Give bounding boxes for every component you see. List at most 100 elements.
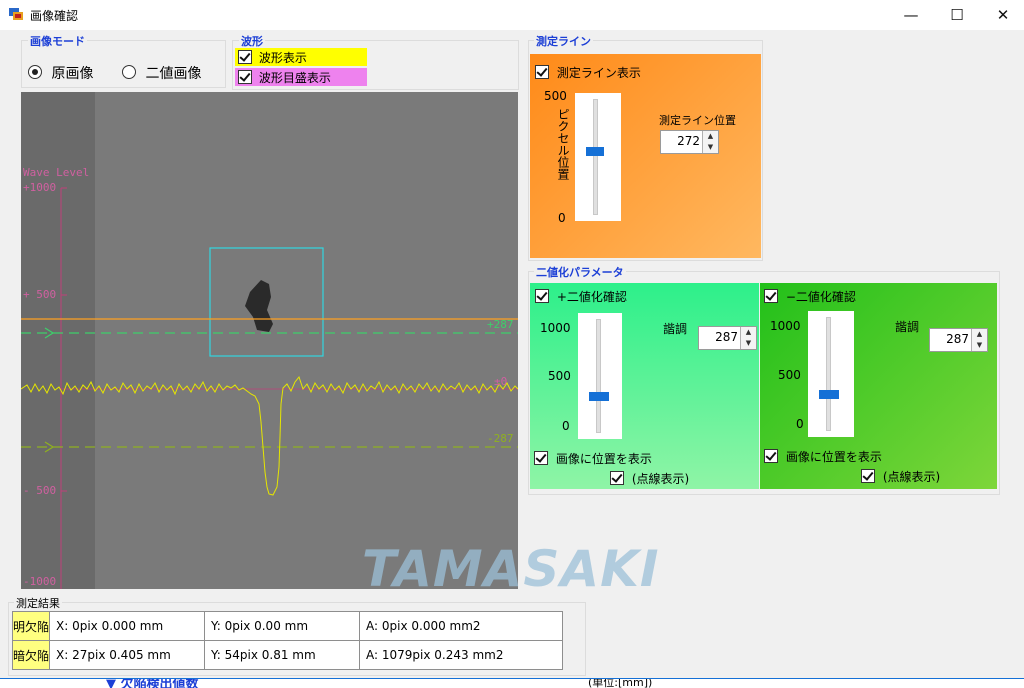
watermark: TAMASAKI — [362, 540, 660, 598]
show-measure-line-check[interactable] — [535, 65, 549, 79]
spin-down-icon[interactable]: ▼ — [741, 338, 756, 349]
minus-gradation-spinner[interactable]: 287 ▲ ▼ — [929, 328, 988, 352]
spin-down-icon[interactable]: ▼ — [972, 340, 987, 351]
minus-slider-track — [826, 317, 831, 431]
axis-label-minus1000: -1000 — [23, 575, 57, 588]
minus-binarize-slider[interactable] — [808, 311, 854, 437]
image-mode-label: 画像モード — [28, 33, 87, 49]
show-scale-check[interactable] — [238, 70, 252, 84]
plus-dotted-label: (点線表示) — [631, 472, 690, 486]
plus-slider-min: 0 — [562, 419, 570, 433]
slider-thumb[interactable] — [586, 146, 604, 156]
spin-up-icon[interactable]: ▲ — [972, 329, 987, 340]
show-waveform-check[interactable] — [238, 50, 252, 64]
axis-label-minus500: - 500 — [23, 484, 57, 497]
minus-binarize-check[interactable] — [764, 289, 778, 303]
image-view[interactable]: Wave Level +1000 + 500 - 500 -1000 +287 … — [21, 92, 518, 589]
bright-area-value: A: 0pix 0.000 mm2 — [359, 611, 564, 641]
dark-area-value: A: 1079pix 0.243 mm2 — [359, 640, 564, 670]
minus-dotted-label: (点線表示) — [882, 470, 941, 484]
wave-level-label: Wave Level — [23, 166, 90, 179]
minus-gradation-label: 諧調 — [895, 320, 920, 334]
dark-defect-label: 暗欠陥 — [11, 640, 51, 670]
bright-y-value: Y: 0pix 0.00 mm — [204, 611, 361, 641]
table-row: 明欠陥 X: 0pix 0.000 mm Y: 0pix 0.00 mm A: … — [11, 611, 564, 641]
app-icon — [9, 8, 23, 20]
minus-show-position-checkbox[interactable]: 画像に位置を表示 — [764, 448, 882, 465]
radio-original-image[interactable]: 原画像 — [28, 63, 93, 83]
plus-binarize-label: +二値化確認 — [556, 290, 627, 304]
radio-binary-image[interactable]: 二値画像 — [122, 63, 201, 83]
plus-show-position-check[interactable] — [534, 451, 548, 465]
plus-slider-track — [596, 319, 601, 433]
dark-x-value: X: 27pix 0.405 mm — [49, 640, 206, 670]
minus-gradation-value: 287 — [946, 332, 969, 346]
bright-defect-label: 明欠陥 — [11, 611, 51, 641]
window-title: 画像確認 — [30, 9, 79, 23]
plus-show-position-checkbox[interactable]: 画像に位置を表示 — [534, 450, 652, 467]
radio-binary-indicator[interactable] — [122, 65, 136, 79]
plus-binarize-slider[interactable] — [578, 313, 622, 439]
minus-slider-mid: 500 — [778, 368, 801, 382]
measure-position-spinner[interactable]: 272 ▲ ▼ — [660, 130, 719, 154]
plus-binarize-check[interactable] — [535, 289, 549, 303]
show-measure-line-label: 測定ライン表示 — [556, 66, 641, 80]
axis-label-plus1000: +1000 — [23, 181, 57, 194]
right-label-zero: ±0 — [494, 375, 508, 388]
show-measure-line-checkbox[interactable]: 測定ライン表示 — [535, 64, 641, 81]
minus-dotted-checkbox[interactable]: (点線表示) — [861, 468, 940, 485]
close-button[interactable]: ✕ — [980, 0, 1024, 30]
image-canvas — [21, 92, 518, 589]
minus-show-position-label: 画像に位置を表示 — [785, 450, 882, 464]
minus-binarize-checkbox[interactable]: −二値化確認 — [764, 288, 856, 305]
minimize-button[interactable]: — — [888, 0, 934, 30]
plus-dotted-checkbox[interactable]: (点線表示) — [610, 470, 689, 487]
spin-up-icon[interactable]: ▲ — [703, 131, 718, 142]
minus-slider-max: 1000 — [770, 319, 801, 333]
minus-binarize-panel: −二値化確認 1000 500 0 諧調 287 ▲ ▼ 画像に位置を表示 (点線… — [760, 283, 997, 489]
plus-binarize-panel: +二値化確認 1000 500 0 諧調 287 ▲ ▼ 画像に位置を表示 (点線… — [530, 283, 759, 489]
results-label: 測定結果 — [14, 595, 62, 611]
show-waveform-label: 波形表示 — [258, 51, 307, 65]
plus-gradation-label: 諧調 — [663, 322, 688, 336]
plus-gradation-spinner[interactable]: 287 ▲ ▼ — [698, 326, 757, 350]
binarize-label: 二値化パラメータ — [534, 264, 626, 280]
dark-y-value: Y: 54pix 0.81 mm — [204, 640, 361, 670]
plus-show-position-label: 画像に位置を表示 — [555, 452, 652, 466]
measure-line-label: 測定ライン — [534, 33, 593, 49]
plus-binarize-checkbox[interactable]: +二値化確認 — [535, 288, 627, 305]
plus-slider-max: 1000 — [540, 321, 571, 335]
minus-show-position-check[interactable] — [764, 449, 778, 463]
minus-binarize-label: −二値化確認 — [785, 290, 856, 304]
minus-dotted-check[interactable] — [861, 469, 875, 483]
spin-down-icon[interactable]: ▼ — [703, 142, 718, 153]
axis-label-plus500: + 500 — [23, 288, 57, 301]
show-scale-label: 波形目盛表示 — [258, 71, 331, 85]
right-label-plus287: +287 — [487, 318, 514, 331]
table-row: 暗欠陥 X: 27pix 0.405 mm Y: 54pix 0.81 mm A… — [11, 640, 564, 670]
minus-slider-min: 0 — [796, 417, 804, 431]
waveform-label: 波形 — [239, 33, 265, 49]
spin-up-icon[interactable]: ▲ — [741, 327, 756, 338]
pixel-position-label: ピクセル位置 — [556, 108, 570, 180]
plus-gradation-value: 287 — [715, 330, 738, 344]
radio-binary-label: 二値画像 — [145, 66, 202, 82]
radio-original-label: 原画像 — [51, 66, 94, 82]
measure-line-panel: 測定ライン表示 500 0 ピクセル位置 測定ライン位置 272 ▲ ▼ — [530, 54, 761, 258]
plus-slider-mid: 500 — [548, 369, 571, 383]
show-scale-checkbox[interactable]: 波形目盛表示 — [235, 68, 367, 86]
bright-x-value: X: 0pix 0.000 mm — [49, 611, 206, 641]
slider-max-label: 500 — [544, 89, 567, 103]
results-table: 明欠陥 X: 0pix 0.000 mm Y: 0pix 0.00 mm A: … — [11, 611, 564, 670]
slider-track — [593, 99, 598, 215]
maximize-button[interactable]: ☐ — [934, 0, 980, 30]
show-waveform-checkbox[interactable]: 波形表示 — [235, 48, 367, 66]
measure-position-value: 272 — [677, 134, 700, 148]
measure-position-label: 測定ライン位置 — [659, 114, 736, 127]
slider-min-label: 0 — [558, 211, 566, 225]
minus-slider-thumb[interactable] — [819, 390, 839, 399]
radio-original-indicator[interactable] — [28, 65, 42, 79]
plus-slider-thumb[interactable] — [589, 392, 609, 401]
measure-line-slider[interactable] — [575, 93, 621, 221]
plus-dotted-check[interactable] — [610, 471, 624, 485]
